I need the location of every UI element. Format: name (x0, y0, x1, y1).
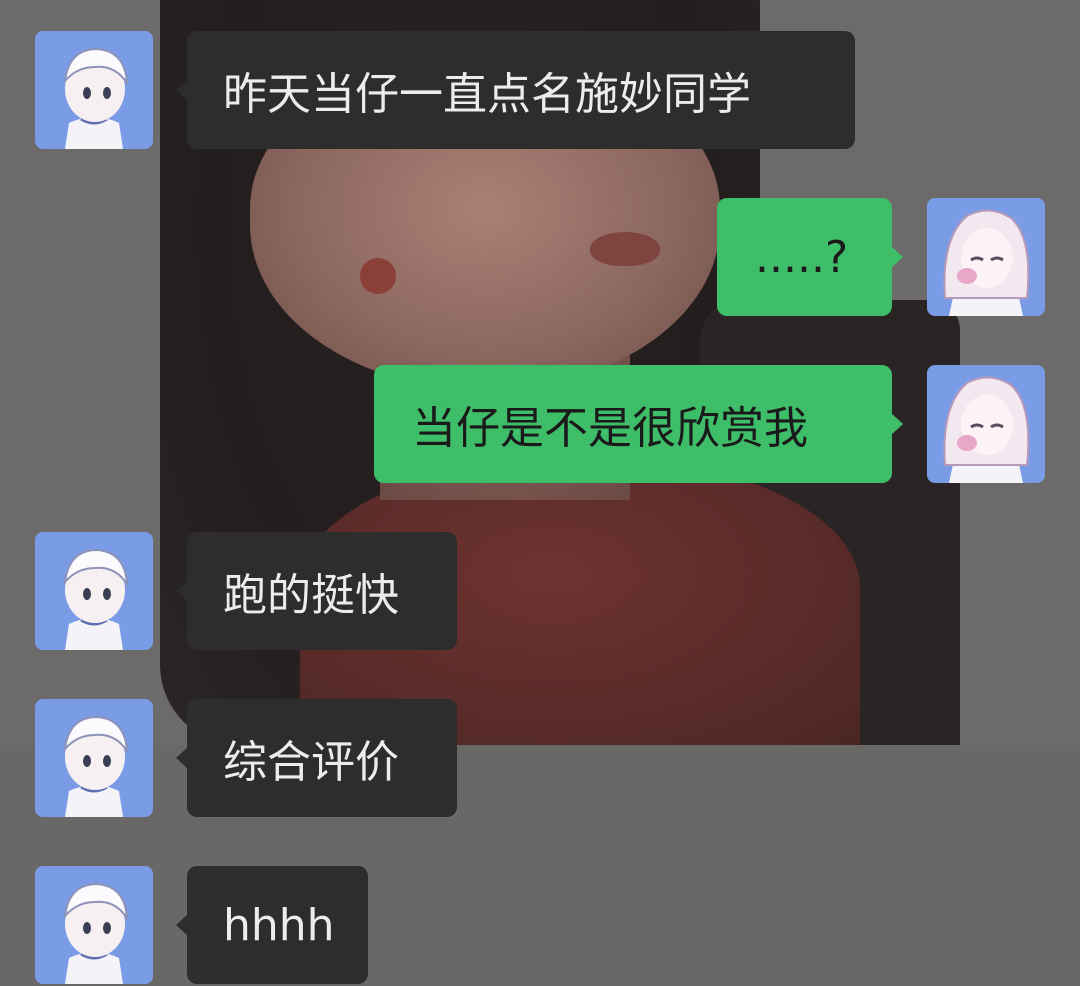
message-text: 昨天当仔一直点名施妙同学 (223, 69, 751, 120)
boy-avatar[interactable] (35, 532, 153, 650)
message-text: 当仔是不是很欣赏我 (412, 403, 808, 454)
message-row: hhhh (35, 866, 368, 984)
outgoing-message-bubble[interactable]: .....? (717, 198, 903, 316)
message-row: 昨天当仔一直点名施妙同学 (35, 31, 855, 149)
message-text: hhhh (223, 899, 335, 951)
incoming-message-bubble[interactable]: 综合评价 (176, 699, 457, 817)
message-row: 当仔是不是很欣赏我 (374, 365, 1045, 483)
girl-avatar[interactable] (927, 365, 1045, 483)
incoming-message-bubble[interactable]: hhhh (176, 866, 368, 984)
message-text: 跑的挺快 (223, 570, 399, 621)
message-row: 综合评价 (35, 699, 457, 817)
message-row: 跑的挺快 (35, 532, 457, 650)
boy-avatar[interactable] (35, 31, 153, 149)
message-row: .....? (717, 198, 1045, 316)
girl-avatar[interactable] (927, 198, 1045, 316)
boy-avatar[interactable] (35, 866, 153, 984)
incoming-message-bubble[interactable]: 跑的挺快 (176, 532, 457, 650)
message-text: 综合评价 (223, 737, 399, 788)
message-list[interactable]: 昨天当仔一直点名施妙同学 .....? 当仔是不是很欣赏我 跑的挺快 综合评价 … (0, 0, 1080, 986)
incoming-message-bubble[interactable]: 昨天当仔一直点名施妙同学 (176, 31, 855, 149)
outgoing-message-bubble[interactable]: 当仔是不是很欣赏我 (374, 365, 903, 483)
boy-avatar[interactable] (35, 699, 153, 817)
message-text: .....? (755, 231, 849, 283)
